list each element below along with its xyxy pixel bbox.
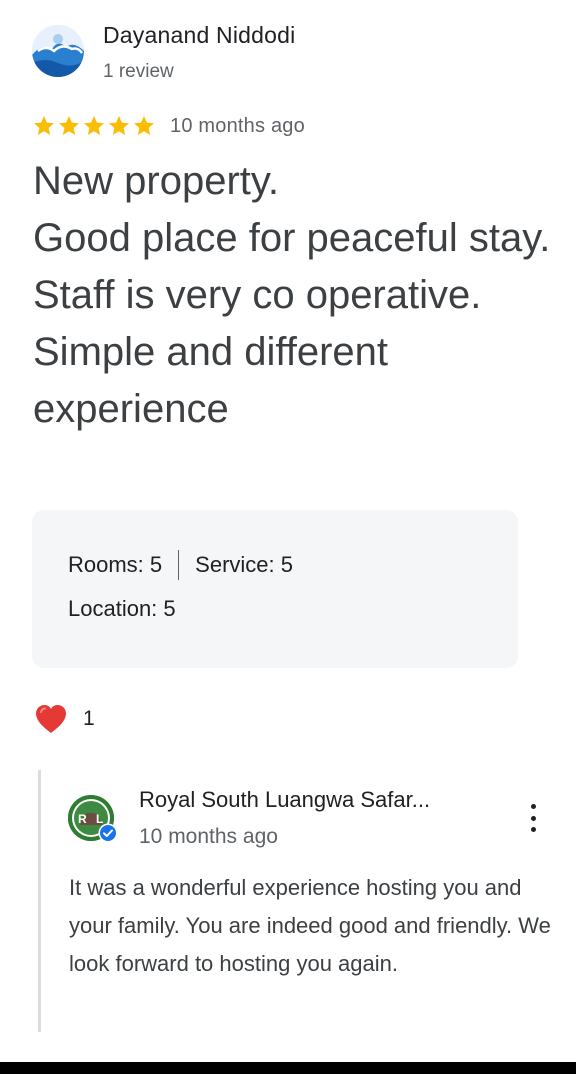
owner-name[interactable]: Royal South Luangwa Safar... (139, 787, 499, 813)
more-options-button[interactable] (521, 802, 545, 834)
star-icon (109, 116, 129, 135)
svg-text:R: R (78, 812, 87, 826)
owner-reply-date: 10 months ago (139, 825, 278, 848)
star-icon (59, 116, 79, 135)
reaction-button[interactable]: 1 (34, 703, 95, 735)
review-date: 10 months ago (170, 114, 305, 137)
star-rating (32, 114, 156, 138)
more-vert-icon (530, 804, 536, 809)
sub-ratings-box: Rooms: 5 Service: 5 Location: 5 (32, 510, 518, 668)
location-label: Location: (68, 596, 158, 621)
sub-ratings-line: Location: 5 (68, 596, 176, 622)
rating-row: 10 months ago (32, 114, 305, 138)
star-icon (134, 116, 154, 135)
reaction-count: 1 (83, 707, 95, 730)
owner-reply-text: It was a wonderful experience hosting yo… (69, 875, 551, 976)
service-label: Service: (195, 552, 275, 577)
service-value: 5 (280, 552, 294, 577)
star-icon (84, 116, 104, 135)
verified-badge-icon (98, 823, 118, 843)
reviewer-name[interactable]: Dayanand Niddodi (103, 22, 295, 49)
sub-ratings-line: Rooms: 5 Service: 5 (68, 550, 293, 580)
star-icon (34, 116, 54, 135)
owner-avatar[interactable]: R L (68, 795, 118, 843)
reviewer-avatar[interactable] (32, 25, 84, 77)
review-card: Dayanand Niddodi 1 review 10 months ago … (0, 0, 576, 1062)
divider (178, 550, 180, 580)
reviewer-review-count: 1 review (103, 61, 174, 82)
rooms-label: Rooms: (68, 552, 144, 577)
bottom-edge (0, 1062, 576, 1074)
rooms-value: 5 (149, 552, 163, 577)
review-text: New property. Good place for peaceful st… (33, 159, 551, 431)
owner-reply: R L Royal South Luangwa Safar... 10 mont… (38, 770, 571, 1032)
avatar-image (32, 25, 84, 77)
heart-icon (36, 705, 66, 733)
location-value: 5 (163, 596, 176, 621)
